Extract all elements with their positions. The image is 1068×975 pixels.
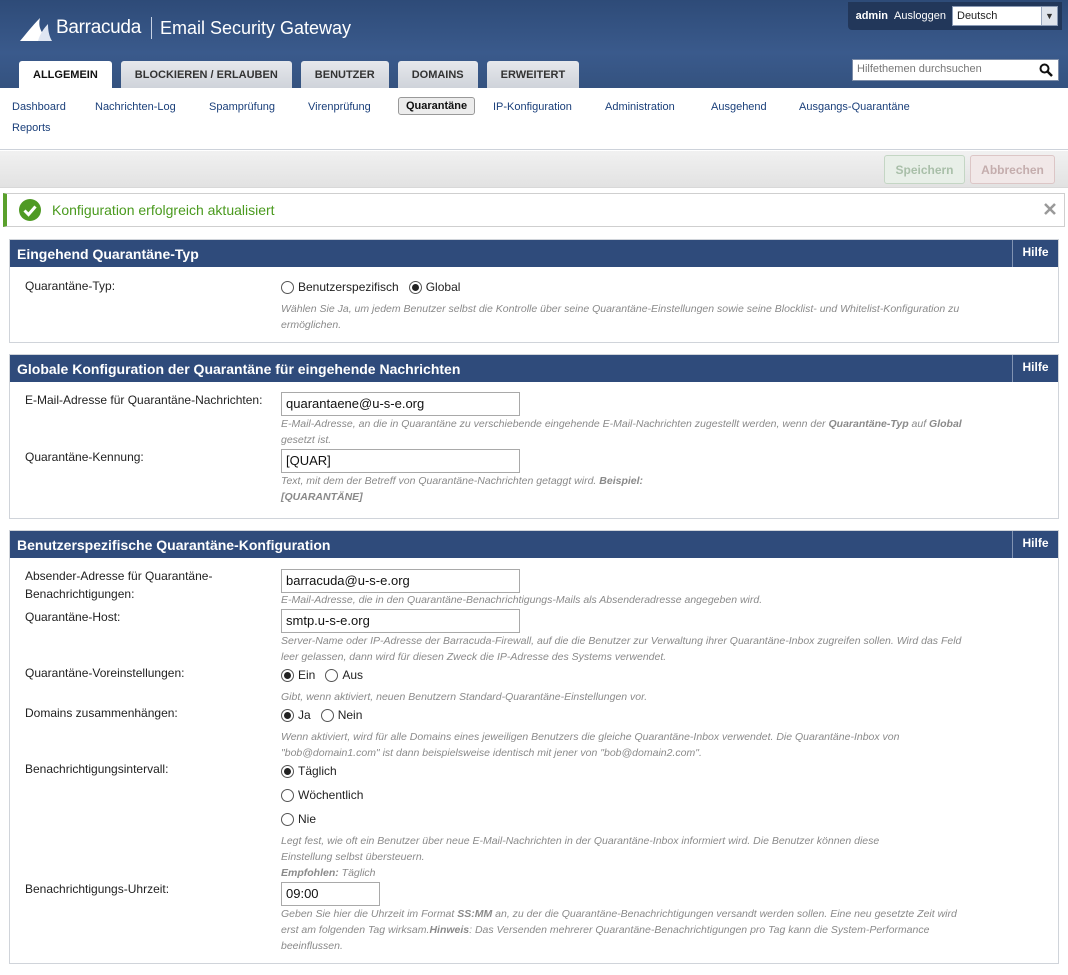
help-button[interactable]: Hilfe xyxy=(1012,355,1058,382)
radio-global[interactable] xyxy=(408,280,422,294)
radio-global-label: Global xyxy=(425,280,461,294)
quarantine-defaults-radios: Ein Aus xyxy=(281,668,373,682)
main-tabs: ALLGEMEIN BLOCKIEREN / ERLAUBEN BENUTZER… xyxy=(19,61,588,88)
section-title: Globale Konfiguration der Quarantäne für… xyxy=(10,355,1058,382)
quarantine-email-help: E-Mail-Adresse, an die in Quarantäne zu … xyxy=(281,418,962,446)
tab-blockieren-erlauben[interactable]: BLOCKIEREN / ERLAUBEN xyxy=(120,61,292,88)
success-message: Konfiguration erfolgreich aktualisiert xyxy=(52,202,275,218)
help-search-placeholder: Hilfethemen durchsuchen xyxy=(857,63,982,75)
quarantine-host-field[interactable]: smtp.u-s-e.org xyxy=(281,609,520,633)
quarantine-tag-help: Text, mit dem der Betreff von Quarantäne… xyxy=(281,475,644,503)
logo: Barracuda Email Security Gateway xyxy=(18,14,351,42)
sender-address-field[interactable]: barracuda@u-s-e.org xyxy=(281,569,520,593)
subnav-ausgangs-quarantaene[interactable]: Ausgangs-Quarantäne xyxy=(799,101,910,113)
radio-interval-daily[interactable] xyxy=(281,764,294,778)
section-title-text: Eingehend Quarantäne-Typ xyxy=(17,246,199,262)
tab-benutzer[interactable]: BENUTZER xyxy=(300,61,389,88)
section-global-config: Globale Konfiguration der Quarantäne für… xyxy=(9,354,1059,519)
section-title: Benutzerspezifische Quarantäne-Konfigura… xyxy=(10,531,1058,558)
brand-name: Barracuda xyxy=(56,17,141,38)
help-search-input[interactable]: Hilfethemen durchsuchen xyxy=(852,59,1059,81)
quarantine-tag-label: Quarantäne-Kennung: xyxy=(25,450,144,464)
app-header: Barracuda Email Security Gateway admin A… xyxy=(0,0,1068,88)
section-title-text: Benutzerspezifische Quarantäne-Konfigura… xyxy=(17,537,331,553)
user-bar: admin Ausloggen Deutsch ▼ xyxy=(847,2,1062,30)
subnav-virenpruefung[interactable]: Virenprüfung xyxy=(308,101,371,113)
chevron-down-icon[interactable]: ▼ xyxy=(1041,7,1057,25)
subnav-quarantaene[interactable]: Quarantäne xyxy=(398,97,476,115)
sender-address-label: Absender-Adresse für Quarantäne-Benachri… xyxy=(25,569,213,601)
check-circle-icon xyxy=(19,199,41,221)
tab-allgemein[interactable]: ALLGEMEIN xyxy=(19,61,112,88)
interval-never-option: Nie xyxy=(281,812,326,826)
subnav-spampruefung[interactable]: Spamprüfung xyxy=(209,101,275,113)
radio-interval-weekly[interactable] xyxy=(281,788,294,802)
notification-interval-help: Legt fest, wie oft ein Benutzer über neu… xyxy=(281,835,880,879)
radio-domains-yes[interactable] xyxy=(281,708,294,722)
subnav-ip-konfiguration[interactable]: IP-Konfiguration xyxy=(493,101,572,113)
link-domains-help: Wenn aktiviert, wird für alle Domains ei… xyxy=(281,731,900,759)
product-name: Email Security Gateway xyxy=(159,17,352,38)
quarantine-host-label: Quarantäne-Host: xyxy=(25,610,121,624)
interval-daily-option: Täglich xyxy=(281,764,347,778)
search-icon[interactable] xyxy=(1039,63,1053,77)
save-button[interactable]: Speichern xyxy=(884,155,965,184)
sender-address-help: E-Mail-Adresse, die in den Quarantäne-Be… xyxy=(281,594,763,606)
subnav-ausgehend[interactable]: Ausgehend xyxy=(711,101,767,113)
radio-defaults-on[interactable] xyxy=(281,668,294,682)
logo-separator xyxy=(150,17,152,39)
radio-defaults-on-label: Ein xyxy=(298,668,316,682)
quarantine-host-help: Server-Name oder IP-Adresse der Barracud… xyxy=(281,635,962,663)
radio-interval-weekly-label: Wöchentlich xyxy=(298,788,364,802)
subnav-administration[interactable]: Administration xyxy=(605,101,675,113)
radio-interval-never[interactable] xyxy=(281,812,294,826)
cancel-button[interactable]: Abbrechen xyxy=(970,155,1055,184)
quarantine-email-label: E-Mail-Adresse für Quarantäne-Nachrichte… xyxy=(25,393,263,407)
quarantine-defaults-help: Gibt, wenn aktiviert, neuen Benutzern St… xyxy=(281,691,648,703)
quarantine-tag-field[interactable]: [QUAR] xyxy=(281,449,520,473)
sub-navigation: Dashboard Nachrichten-Log Spamprüfung Vi… xyxy=(0,88,1068,150)
subnav-dashboard[interactable]: Dashboard xyxy=(12,101,66,113)
barracuda-logo-icon xyxy=(20,18,52,41)
radio-defaults-off-label: Aus xyxy=(342,668,364,682)
quarantine-type-help: Wählen Sie Ja, um jedem Benutzer selbst … xyxy=(281,303,960,331)
action-bar: Speichern Abbrechen xyxy=(0,151,1068,188)
section-title-text: Globale Konfiguration der Quarantäne für… xyxy=(17,361,461,377)
radio-domains-no[interactable] xyxy=(320,708,334,722)
radio-user-specific[interactable] xyxy=(281,280,294,294)
notification-time-field[interactable]: 09:00 xyxy=(281,882,380,906)
quarantine-email-field[interactable]: quarantaene@u-s-e.org xyxy=(281,392,520,416)
radio-user-specific-label: Benutzerspezifisch xyxy=(298,280,399,294)
logout-link[interactable]: Ausloggen xyxy=(894,10,946,22)
radio-defaults-off[interactable] xyxy=(325,668,339,682)
notification-time-label: Benachrichtigungs-Uhrzeit: xyxy=(25,882,170,896)
radio-domains-yes-label: Ja xyxy=(298,708,311,722)
language-value: Deutsch xyxy=(957,10,998,22)
quarantine-defaults-label: Quarantäne-Voreinstellungen: xyxy=(25,666,185,680)
language-select[interactable]: Deutsch ▼ xyxy=(952,6,1058,26)
help-button[interactable]: Hilfe xyxy=(1012,531,1058,558)
success-notice: Konfiguration erfolgreich aktualisiert xyxy=(3,193,1065,227)
username: admin xyxy=(855,10,888,22)
section-title: Eingehend Quarantäne-Typ Hilfe xyxy=(10,240,1058,267)
section-quarantine-type: Eingehend Quarantäne-Typ Hilfe Quarantän… xyxy=(9,239,1059,343)
subnav-nachrichten-log[interactable]: Nachrichten-Log xyxy=(95,101,176,113)
help-button[interactable]: Hilfe xyxy=(1012,240,1058,267)
tab-erweitert[interactable]: ERWEITERT xyxy=(486,61,580,88)
radio-interval-daily-label: Täglich xyxy=(298,764,337,778)
radio-interval-never-label: Nie xyxy=(298,812,317,826)
notification-interval-label: Benachrichtigungsintervall: xyxy=(25,762,169,776)
link-domains-label: Domains zusammenhängen: xyxy=(25,706,178,720)
section-user-config: Benutzerspezifische Quarantäne-Konfigura… xyxy=(9,530,1059,964)
close-icon[interactable] xyxy=(1044,203,1056,215)
tab-domains[interactable]: DOMAINS xyxy=(397,61,478,88)
quarantine-type-label: Quarantäne-Typ: xyxy=(25,279,116,293)
interval-weekly-option: Wöchentlich xyxy=(281,788,373,802)
link-domains-radios: Ja Nein xyxy=(281,708,372,722)
notification-time-help: Geben Sie hier die Uhrzeit im Format SS:… xyxy=(281,908,957,952)
quarantine-type-radios: Benutzerspezifisch Global xyxy=(281,280,470,294)
radio-domains-no-label: Nein xyxy=(337,708,363,722)
subnav-reports[interactable]: Reports xyxy=(12,122,51,134)
